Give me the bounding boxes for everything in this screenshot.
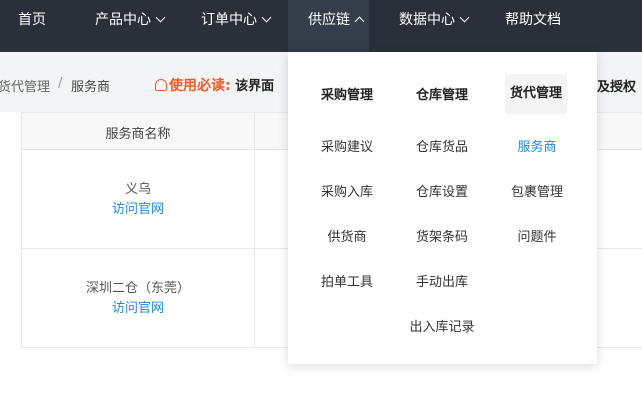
column-divider [254, 113, 255, 149]
dropdown-heading-forwarding: 货代管理 [505, 74, 567, 114]
nav-help-docs-label: 帮助文档 [505, 12, 561, 28]
nav-home-label: 首页 [18, 12, 46, 28]
nav-product-center-label: 产品中心 [95, 12, 151, 28]
provider-name-cell: 深圳二仓（东莞） 访问官网 [22, 279, 254, 319]
column-header-provider-name: 服务商名称 [105, 127, 171, 142]
menu-item-shelf-barcode[interactable]: 货架条码 [392, 226, 492, 245]
nav-supply-chain[interactable]: 供应链 [288, 0, 369, 52]
chevron-down-icon [261, 12, 272, 23]
dropdown-heading-purchasing: 采购管理 [320, 88, 373, 103]
menu-item-order-tool[interactable]: 拍单工具 [297, 271, 397, 290]
menu-item-purchase-suggestion[interactable]: 采购建议 [297, 136, 397, 155]
menu-item-manual-outbound[interactable]: 手动出库 [392, 271, 492, 290]
column-divider [254, 249, 255, 347]
menu-item-package-management[interactable]: 包裹管理 [487, 181, 587, 200]
supply-chain-dropdown: 采购管理 采购建议 采购入库 供货商 拍单工具 仓库管理 仓库货品 仓库设置 货… [288, 52, 597, 364]
provider-name: 深圳二仓（东莞） [85, 281, 190, 296]
menu-item-problem-items[interactable]: 问题件 [487, 226, 587, 245]
chevron-up-icon [354, 16, 365, 27]
chevron-down-icon [155, 12, 166, 23]
nav-product-center[interactable]: 产品中心 [95, 0, 166, 52]
menu-item-purchase-inbound[interactable]: 采购入库 [297, 181, 397, 200]
chevron-down-icon [459, 12, 470, 23]
nav-data-center-label: 数据中心 [399, 12, 455, 28]
menu-item-warehouse-settings[interactable]: 仓库设置 [392, 181, 492, 200]
visit-website-link[interactable]: 访问官网 [22, 200, 254, 220]
visit-website-link[interactable]: 访问官网 [22, 299, 254, 319]
menu-item-supplier[interactable]: 供货商 [297, 226, 397, 245]
usage-notice: 使用必读: 该界面 [155, 75, 274, 95]
breadcrumb-parent[interactable]: 货代管理 [0, 76, 50, 95]
menu-item-warehouse-goods[interactable]: 仓库货品 [392, 136, 492, 155]
menu-item-service-provider[interactable]: 服务商 [487, 136, 587, 155]
notice-text-right: 及授权 [597, 80, 637, 95]
menu-item-stock-records[interactable]: 出入库记录 [392, 316, 492, 335]
breadcrumb-separator: / [58, 76, 63, 91]
nav-home[interactable]: 首页 [18, 0, 46, 52]
nav-supply-chain-label: 供应链 [308, 12, 350, 28]
provider-name: 义乌 [124, 182, 151, 197]
nav-order-center[interactable]: 订单中心 [201, 0, 272, 52]
notice-text: 该界面 [235, 79, 275, 94]
notice-title: 使用必读: [169, 78, 231, 94]
bell-icon [155, 79, 167, 91]
top-nav: 首页 产品中心 订单中心 供应链 数据中心 帮助文档 [0, 0, 642, 52]
nav-data-center[interactable]: 数据中心 [399, 0, 470, 52]
provider-name-cell: 义乌 访问官网 [22, 180, 254, 220]
nav-order-center-label: 订单中心 [201, 12, 257, 28]
nav-help-docs[interactable]: 帮助文档 [505, 0, 561, 52]
dropdown-heading-warehouse: 仓库管理 [415, 88, 468, 103]
column-divider [254, 150, 255, 248]
breadcrumb-current: 服务商 [71, 80, 111, 95]
